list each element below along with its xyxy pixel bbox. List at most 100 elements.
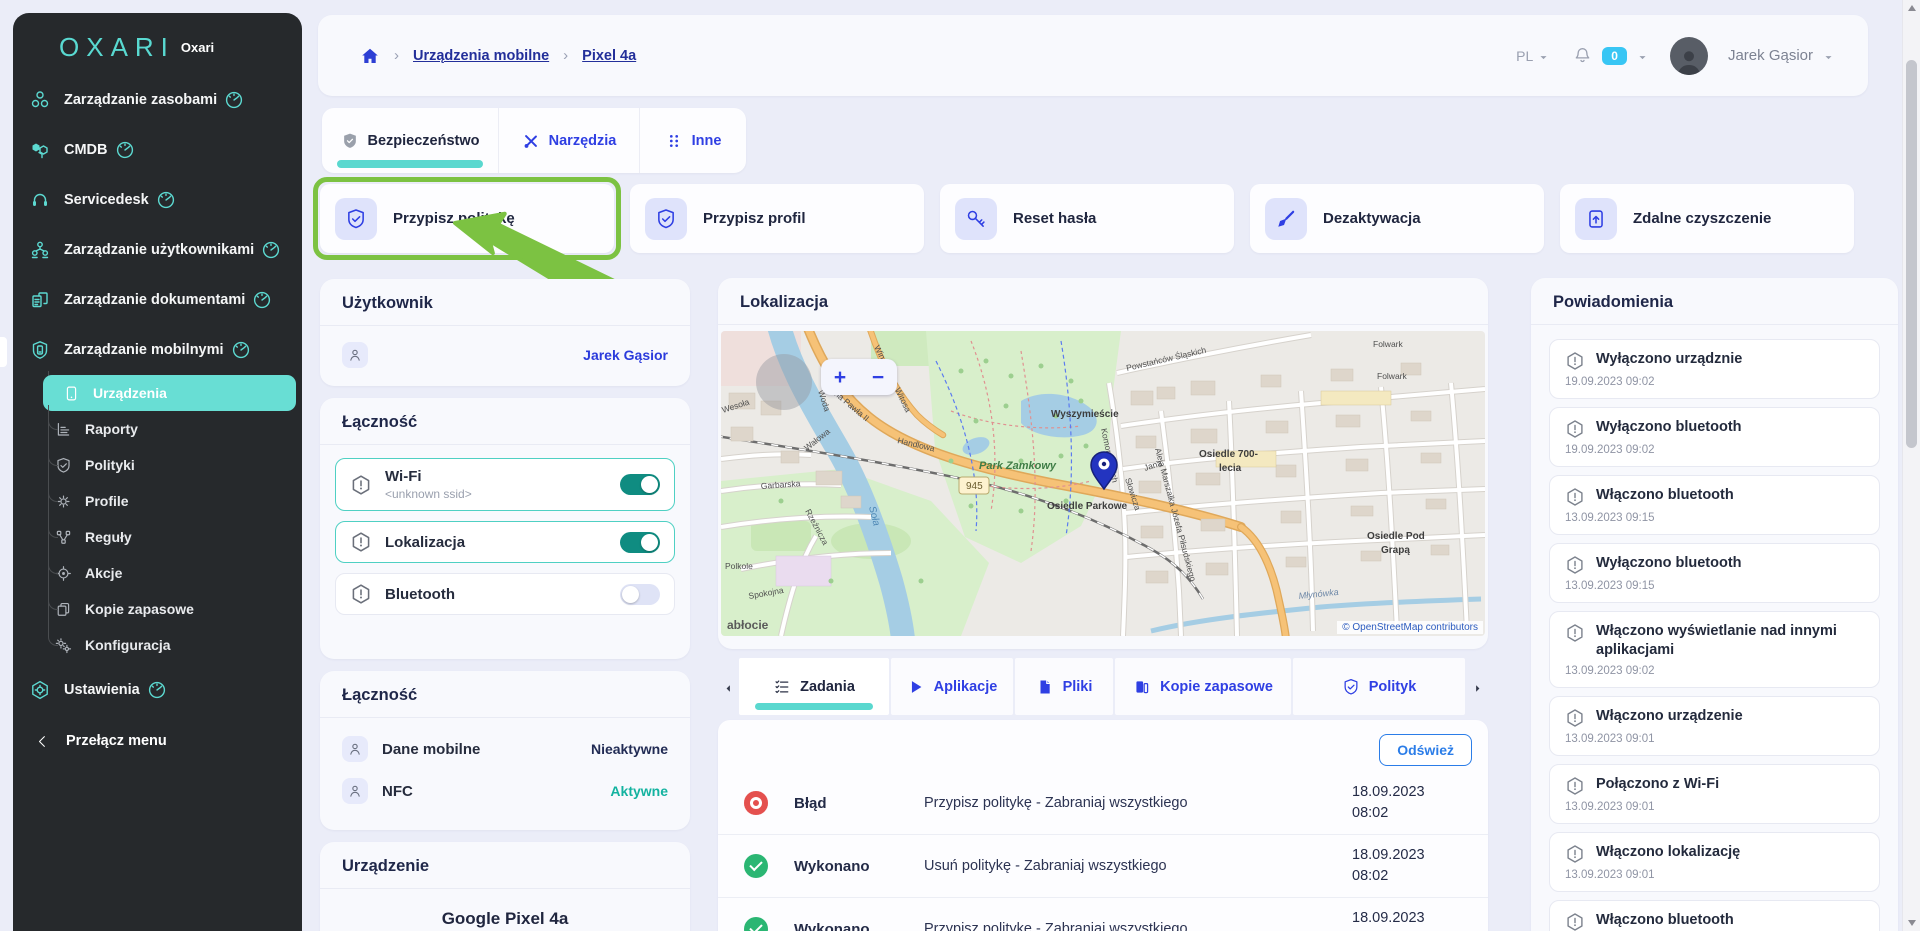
detail-tab-zadania[interactable]: Zadania [739, 658, 889, 715]
page-scrollbar[interactable] [1902, 0, 1920, 931]
connectivity2-card: Łączność Dane mobilne Nieaktywne NFC Aktywn… [320, 671, 690, 830]
notification-title: Wyłączono urządznie [1596, 351, 1743, 367]
detail-tab-aplikacje[interactable]: Aplikacje [891, 658, 1013, 715]
sidebar-subitem-label: Profile [85, 493, 129, 509]
tab-inne[interactable]: Inne [640, 108, 746, 173]
task-status: Wykonano [794, 920, 870, 931]
sidebar-item-zarz-dzanie-mobilnymi[interactable]: Zarządzanie mobilnymi [13, 325, 302, 375]
device-card: Urządzenie Google Pixel 4a [320, 842, 690, 931]
sidebar-item-zarz-dzanie-u-ytkownikami[interactable]: Zarządzanie użytkownikami [13, 225, 302, 275]
success-icon [744, 917, 768, 931]
chevron-down-icon[interactable] [1637, 50, 1648, 61]
toggle-lokalizacja[interactable] [620, 531, 660, 553]
action-dezaktywacja[interactable]: Dezaktywacja [1250, 184, 1544, 253]
notification-item: Włączono wyświetlanie nad innymi aplikac… [1549, 611, 1880, 688]
home-icon[interactable] [360, 46, 380, 66]
sidebar-item-zarz-dzanie-zasobami[interactable]: Zarządzanie zasobami [13, 75, 302, 125]
toggle-wi-fi[interactable] [620, 474, 660, 495]
connectivity-card: Łączność Wi-Fi <unknown ssid> Lokalizacja B… [320, 398, 690, 659]
map-pan-control[interactable] [756, 354, 812, 410]
sidebar-subitem-profile[interactable]: Profile [43, 477, 296, 519]
scroll-up-button[interactable] [1903, 0, 1920, 16]
connectivity-row-text: Lokalizacja [385, 534, 607, 551]
sidebar-item-cmdb[interactable]: CMDB [13, 125, 302, 175]
chevron-left-icon [35, 734, 50, 749]
map-attribution[interactable]: © OpenStreetMap contributors [1337, 621, 1483, 634]
notification-title: Wyłączono bluetooth [1596, 419, 1742, 435]
notification-count-badge: 0 [1602, 46, 1627, 65]
detail-tab-label: Kopie zapasowe [1160, 678, 1273, 695]
sidebar-subitem-kopie-zapasowe[interactable]: Kopie zapasowe [43, 585, 296, 627]
hex-alert-icon [1565, 912, 1585, 931]
hex-alert-icon [1565, 419, 1585, 439]
pan-down-icon[interactable] [778, 390, 790, 402]
task-date: 18.09.202308:02 [1352, 908, 1462, 931]
sidebar-collapse-button[interactable]: Przełącz menu [13, 719, 302, 763]
tab-narzędzia[interactable]: Narzędzia [499, 108, 640, 173]
map-canvas[interactable]: 945 Wesoła Wałowa Woda Jana Pawła II Handlow… [721, 331, 1485, 636]
kv-row-nfc: NFC Aktywne [342, 770, 668, 812]
sidebar-item-servicedesk[interactable]: Servicedesk [13, 175, 302, 225]
detail-tab-polityk[interactable]: Polityk [1293, 658, 1465, 715]
hexes-icon [30, 140, 50, 160]
tabs-scroll-right[interactable] [1467, 658, 1488, 715]
gauge-icon [231, 340, 251, 360]
pan-up-icon[interactable] [778, 362, 790, 374]
detail-tab-kopie-zapasowe[interactable]: Kopie zapasowe [1115, 658, 1291, 715]
kv-value: Aktywne [610, 783, 668, 799]
sidebar-subitem-konfiguracja[interactable]: Konfiguracja [43, 621, 296, 663]
pan-right-icon[interactable] [792, 376, 804, 388]
user-link[interactable]: Jarek Gąsior [583, 347, 668, 363]
toggle-bluetooth[interactable] [620, 583, 660, 605]
task-description: Przypisz politykę - Zabraniaj wszystkieg… [924, 921, 1188, 931]
task-date-day: 18.09.2023 [1352, 784, 1425, 800]
avatar[interactable] [1669, 36, 1708, 75]
refresh-button[interactable]: Odśwież [1379, 734, 1472, 766]
user-menu[interactable]: Jarek Gąsior [1728, 47, 1813, 64]
zoom-in-button[interactable]: + [834, 367, 846, 388]
sidebar-subitem-polityki[interactable]: Polityki [43, 441, 296, 483]
language-selector[interactable]: PL [1516, 48, 1549, 64]
sidebar-subitem-raporty[interactable]: Raporty [43, 405, 296, 447]
breadcrumb-link-device[interactable]: Pixel 4a [582, 48, 636, 64]
zoom-out-button[interactable]: − [872, 367, 884, 388]
nodes-icon [30, 90, 50, 110]
scrollbar-thumb[interactable] [1906, 60, 1917, 448]
action-reset-has-a[interactable]: Reset hasła [940, 184, 1234, 253]
detail-tab-pliki[interactable]: Pliki [1015, 658, 1113, 715]
tabs-scroll-left[interactable] [718, 658, 739, 715]
sidebar-subitem-akcje[interactable]: Akcje [43, 549, 296, 591]
action-przypisz-polityk-[interactable]: Przypisz politykę [320, 184, 614, 253]
chevron-down-icon[interactable] [1823, 50, 1834, 61]
hex-gear-icon [30, 680, 50, 700]
sidebar-subitem-regu-y[interactable]: Reguły [43, 513, 296, 555]
connectivity-row-text: Wi-Fi <unknown ssid> [385, 468, 607, 501]
action-przypisz-profil[interactable]: Przypisz profil [630, 184, 924, 253]
bell-icon[interactable] [1573, 46, 1592, 65]
action-zdalne-czyszczenie[interactable]: Zdalne czyszczenie [1560, 184, 1854, 253]
map-label: Osiedle 700- [1199, 449, 1258, 460]
user-card: Użytkownik Jarek Gąsior [320, 279, 690, 386]
breadcrumb: › Urządzenia mobilne › Pixel 4a [360, 46, 636, 66]
sidebar-item-ustawienia[interactable]: Ustawienia [13, 665, 302, 715]
map-label: Folwark [1373, 339, 1404, 349]
error-icon [744, 791, 768, 815]
notification-date: 13.09.2023 09:02 [1565, 665, 1655, 677]
connectivity-row-label: Wi-Fi [385, 468, 422, 485]
sidebar-item-zarz-dzanie-dokumentami[interactable]: Zarządzanie dokumentami [13, 275, 302, 325]
gauge-icon [115, 140, 135, 160]
scroll-down-button[interactable] [1903, 915, 1920, 931]
breadcrumb-link-devices[interactable]: Urządzenia mobilne [413, 48, 549, 64]
users-icon [30, 240, 50, 260]
pan-left-icon[interactable] [764, 376, 776, 388]
chevron-down-icon [1538, 50, 1549, 61]
sidebar-subitem-urz-dzenia[interactable]: Urządzenia [43, 375, 296, 411]
tab-bezpieczeństwo[interactable]: Bezpieczeństwo [322, 108, 499, 173]
gauge-icon [252, 290, 272, 310]
hex-alert-icon [1565, 623, 1585, 643]
collapse-label: Przełącz menu [66, 733, 167, 749]
sidebar-item-label: CMDB [64, 142, 108, 158]
detail-tabs: Zadania Aplikacje Pliki Kopie zapasowe Polit… [718, 658, 1488, 715]
connectivity-row-label: Bluetooth [385, 585, 455, 603]
shield-check-icon [55, 457, 72, 474]
